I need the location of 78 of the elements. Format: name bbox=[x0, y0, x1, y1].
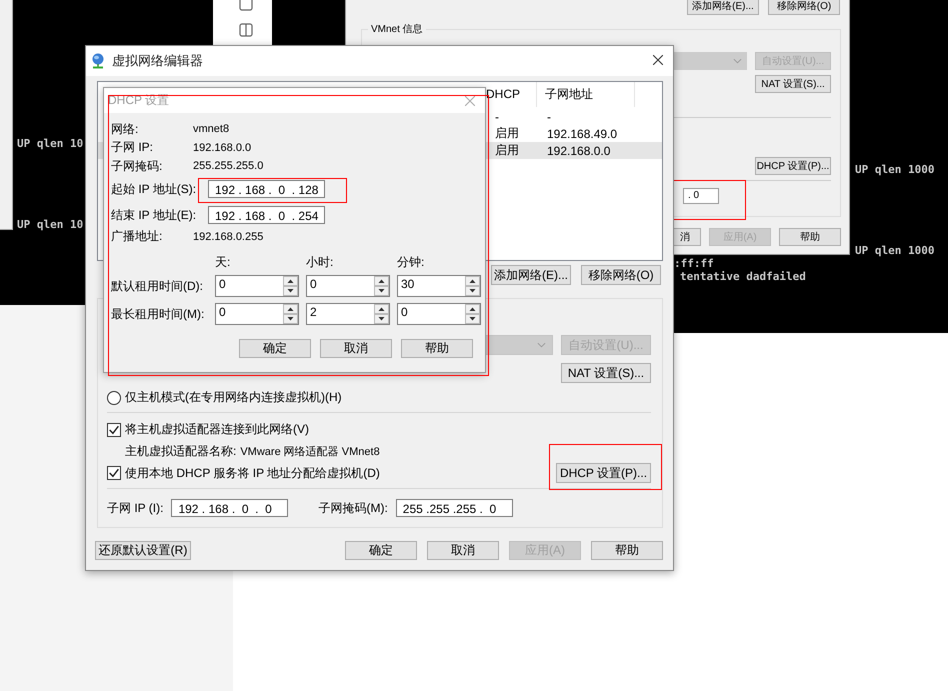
restore-defaults-button[interactable]: 还原默认设置(R) bbox=[95, 541, 191, 560]
table-cell-text: - bbox=[546, 110, 552, 124]
field-value: vmnet8 bbox=[193, 123, 230, 136]
dhcp-settings-button[interactable]: DHCP 设置(P)... bbox=[556, 463, 651, 483]
radio-label: 仅主机模式(在专用网络内连接虚拟机)(H) bbox=[125, 389, 342, 406]
nat-settings-button[interactable]: NAT 设置(S)... bbox=[561, 363, 651, 383]
globe-network-icon bbox=[90, 53, 106, 69]
spin-field[interactable]: 2 bbox=[306, 303, 390, 325]
chevron-icon bbox=[537, 342, 546, 348]
terminal-line: :ff:ff bbox=[674, 257, 714, 270]
column-header: 小时: bbox=[306, 255, 334, 269]
field-label: 结束 IP 地址(E): bbox=[111, 206, 198, 224]
column-header: 分钟: bbox=[397, 255, 426, 269]
nat-settings-button[interactable]: NAT 设置(S)... bbox=[755, 75, 831, 93]
dialog-button[interactable]: 帮助 bbox=[591, 541, 663, 560]
chevron-icon bbox=[733, 58, 742, 64]
table-cell-text: 192.168.0.0 bbox=[546, 144, 612, 158]
field-label: 子网 IP (I): bbox=[107, 500, 164, 516]
terminal-line: tentative dadfailed bbox=[680, 270, 806, 283]
field-value: 192.168.0.0 bbox=[193, 142, 252, 154]
adapter-name-value: VMware 网络适配器 VMnet8 bbox=[240, 445, 380, 459]
field-label: 子网 IP: bbox=[111, 139, 154, 156]
checkbox[interactable] bbox=[107, 422, 121, 436]
field-value: 192.168.0.255 bbox=[193, 230, 264, 243]
checkbox[interactable] bbox=[107, 466, 121, 480]
spin-arrows-icon[interactable] bbox=[374, 304, 389, 324]
list-button[interactable]: 添加网络(E)... bbox=[491, 265, 571, 285]
toolbar-button[interactable]: 移除网络(O) bbox=[768, 0, 840, 15]
field-label: 默认租用时间(D): bbox=[111, 278, 204, 294]
terminal-line: UP qlen 1000 bbox=[855, 244, 934, 257]
start-ip-field[interactable]: 192 . 168 . 0 . 128 bbox=[208, 180, 325, 198]
table-cell-text: 启用 bbox=[494, 142, 520, 159]
spin-field[interactable]: 0 bbox=[397, 303, 481, 325]
table-cell-text: 192.168.49.0 bbox=[546, 126, 618, 140]
dialog-button[interactable]: 取消 bbox=[427, 541, 499, 560]
spin-arrows-icon[interactable] bbox=[465, 276, 480, 296]
subnet-mask-field[interactable]: 255 .255 .255 . 0 bbox=[396, 499, 513, 517]
spin-field[interactable]: 30 bbox=[397, 275, 481, 297]
spin-field[interactable]: 0 bbox=[215, 303, 299, 325]
radio-button[interactable] bbox=[107, 390, 121, 404]
list-button[interactable]: 移除网络(O) bbox=[581, 265, 661, 285]
dialog-button[interactable]: 确定 bbox=[239, 339, 311, 358]
end-ip-field[interactable]: 192 . 168 . 0 . 254 bbox=[208, 206, 325, 224]
close-icon[interactable] bbox=[653, 55, 663, 65]
table-cell-text: - bbox=[494, 110, 500, 124]
spin-field[interactable]: 0 bbox=[306, 275, 390, 297]
window-title: 虚拟网络编辑器 bbox=[112, 52, 203, 70]
field-label: 网络: bbox=[111, 120, 140, 138]
subnet-mask-field[interactable]: . 0 bbox=[683, 188, 719, 204]
spin-arrows-icon[interactable] bbox=[465, 304, 480, 324]
field-label: 最长租用时间(M): bbox=[111, 306, 206, 322]
field-label: 广播地址: bbox=[111, 228, 164, 246]
checkbox-label: 将主机虚拟适配器连接到此网络(V) bbox=[125, 421, 309, 438]
dialog-button[interactable]: 帮助 bbox=[401, 339, 473, 358]
spin-arrows-icon[interactable] bbox=[283, 304, 298, 324]
group-title: VMnet 信息 bbox=[368, 22, 426, 36]
field-label: 子网掩码(M): bbox=[318, 500, 388, 516]
terminal-line: UP qlen 1000 bbox=[855, 163, 934, 176]
field-label: 子网掩码: bbox=[111, 158, 164, 175]
toolbar-button[interactable]: 添加网络(E)... bbox=[687, 0, 759, 15]
column-header: 天: bbox=[215, 255, 232, 269]
dialog-button[interactable]: 确定 bbox=[345, 541, 417, 560]
split-square-icon[interactable] bbox=[238, 23, 252, 37]
terminal-line: UP qlen 10 bbox=[17, 137, 84, 150]
spin-arrows-icon[interactable] bbox=[374, 276, 389, 296]
column-header[interactable]: 子网地址 bbox=[537, 82, 635, 107]
spin-field[interactable]: 0 bbox=[215, 275, 299, 297]
adapter-name-label: 主机虚拟适配器名称: bbox=[125, 443, 236, 460]
dialog-button[interactable]: 帮助 bbox=[779, 228, 841, 246]
field-value: 255.255.255.0 bbox=[193, 160, 264, 172]
subnet-ip-field[interactable]: 192 . 168 . 0 . 0 bbox=[171, 499, 288, 517]
table-cell-text: 启用 bbox=[494, 125, 520, 142]
checkbox-label: 使用本地 DHCP 服务将 IP 地址分配给虚拟机(D) bbox=[125, 464, 380, 482]
spin-arrows-icon[interactable] bbox=[283, 276, 298, 296]
dialog-button[interactable]: 取消 bbox=[320, 339, 392, 358]
dhcp-settings-button[interactable]: DHCP 设置(P)... bbox=[755, 157, 831, 175]
terminal-line: UP qlen 10 bbox=[17, 218, 84, 231]
field-label: 起始 IP 地址(S): bbox=[111, 180, 198, 198]
